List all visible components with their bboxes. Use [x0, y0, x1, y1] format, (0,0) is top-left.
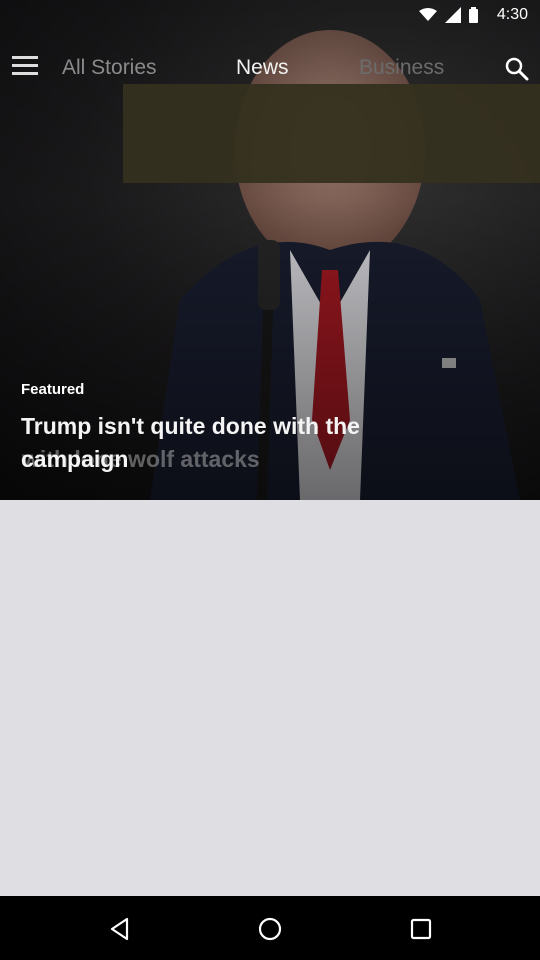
- top-nav: All Stories News Business: [0, 44, 540, 92]
- tab-business[interactable]: Business: [359, 56, 444, 80]
- back-icon: [110, 917, 129, 941]
- home-icon: [258, 917, 282, 941]
- featured-headline[interactable]: Trump isn't quite done with the campaign: [21, 410, 471, 476]
- app-screen: Featured with lone wolf attacks Trump is…: [0, 0, 540, 960]
- tab-all-stories[interactable]: All Stories: [62, 56, 157, 80]
- tab-news[interactable]: News: [236, 56, 289, 80]
- battery-icon: [469, 7, 478, 23]
- system-nav-bar: [0, 896, 540, 960]
- search-button[interactable]: [504, 56, 530, 82]
- wifi-icon: [419, 8, 437, 21]
- recents-icon: [410, 918, 432, 940]
- status-bar: 4:30: [0, 0, 540, 32]
- content-area: [0, 502, 540, 896]
- menu-icon: [12, 56, 38, 75]
- recents-button[interactable]: [408, 916, 434, 942]
- ad-placeholder-box: [123, 84, 540, 183]
- menu-button[interactable]: [12, 56, 38, 78]
- signal-icon: [445, 7, 461, 23]
- status-icons: [419, 7, 478, 23]
- back-button[interactable]: [107, 916, 133, 942]
- search-icon: [505, 57, 529, 81]
- status-time: 4:30: [496, 6, 528, 23]
- featured-label: Featured: [21, 381, 85, 398]
- home-button[interactable]: [257, 916, 283, 942]
